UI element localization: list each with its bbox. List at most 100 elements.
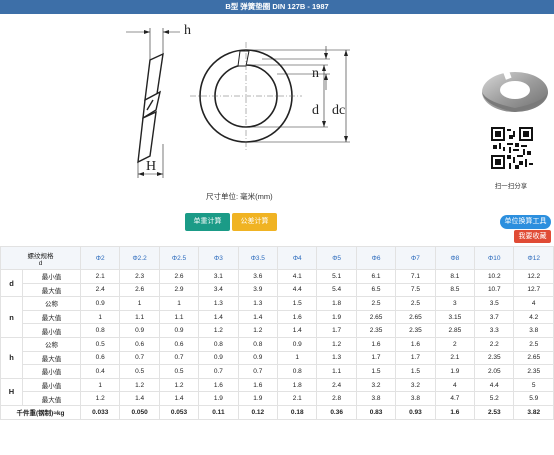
table-cell: 1.3 [237,296,279,311]
row-label: 最小值 [22,377,81,393]
table-cell: 3.8 [513,323,554,338]
table-cell: 12.2 [513,269,554,284]
table-cell: 2.1 [79,269,121,284]
dim-label-n: n [312,66,319,81]
washer-photo [482,69,548,112]
table-cell: 2.4 [79,282,121,298]
table-cell: 4 [434,377,476,393]
table-cell: 4.7 [434,391,476,406]
table-cell: 5 [513,377,554,393]
table-cell: 1 [119,296,160,311]
table-cell: 1.6 [355,336,397,352]
table-cell: 2.2 [474,336,515,352]
table-cell: 1 [158,296,200,311]
table-row: n 公称 0.9 1 1 1.3 1.3 1.5 1.8 2.5 2.5 3 3.5 4 [0,296,554,338]
table-cell: 2.65 [355,309,397,325]
param-group-label: d [0,268,23,298]
weight-cell: 0.36 [316,404,357,420]
table-cell: 0.5 [119,364,160,379]
weight-cell: 3.82 [513,404,554,420]
row-label: 最大值 [22,391,81,406]
size-header: Φ2 [79,246,121,270]
table-cell: 0.9 [158,323,200,338]
table-cell: 3.1 [198,269,239,284]
dim-label-dc: dc [332,103,345,118]
table-cell: 3.2 [355,377,397,393]
table-cell: 0.8 [237,336,279,352]
table-cell: 5.2 [474,391,515,406]
table-cell: 1.6 [277,309,318,325]
weight-cell: 2.53 [474,404,515,420]
table-cell: 7.1 [395,269,436,284]
table-cell: 5.9 [513,391,554,406]
table-cell: 1.5 [355,364,397,379]
table-cell: 6.5 [355,282,397,298]
tolerance-calc-button[interactable]: 公差计算 [232,213,277,231]
table-cell: 2.65 [513,350,554,366]
table-cell: 4.4 [277,282,318,298]
table-header-row: 螺纹规格 d Φ2 Φ2.2 Φ2.5 Φ3 Φ3.5 Φ4 Φ5 Φ6 Φ7 … [0,246,554,270]
favorite-button[interactable]: 我要收藏 [514,230,551,243]
table-cell: 2.1 [434,350,476,366]
table-cell: 3.6 [237,269,279,284]
table-cell: 1 [79,309,121,325]
unit-convert-button[interactable]: 单位换算工具 [500,215,551,229]
weight-cell: 0.053 [158,404,200,420]
technical-drawing: h H n d dc 尺寸单位: 毫米(mm) 扫一扫分享 [0,14,554,210]
row-label: 最大值 [22,282,81,298]
table-cell: 8.1 [434,269,476,284]
table-cell: 2.4 [316,377,357,393]
weight-calc-button[interactable]: 单重计算 [185,213,230,231]
table-cell: 1.2 [79,391,121,406]
table-cell: 1.7 [316,323,357,338]
table-cell: 2.35 [395,323,436,338]
table-cell: 1.2 [158,377,200,393]
dim-label-h: h [184,23,191,38]
table-cell: 2.8 [316,391,357,406]
table-cell: 12.7 [513,282,554,298]
table-cell: 3.5 [474,296,515,311]
table-cell: 3.2 [395,377,436,393]
size-header: Φ12 [513,246,554,270]
size-header: Φ7 [395,246,436,270]
table-cell: 0.7 [237,364,279,379]
table-cell: 2.3 [119,269,160,284]
table-cell: 0.6 [119,336,160,352]
table-cell: 1.8 [277,377,318,393]
table-cell: 5.4 [316,282,357,298]
table-cell: 2.35 [355,323,397,338]
table-cell: 0.9 [277,336,318,352]
table-cell: 1.4 [198,309,239,325]
table-row: d 最小值 2.1 2.3 2.6 3.1 3.6 4.1 5.1 6.1 7.1 8.1 10.2 12… [0,268,554,298]
table-cell: 5.1 [316,269,357,284]
share-caption: 扫一扫分享 [494,183,528,190]
table-cell: 2.05 [474,364,515,379]
table-row: 最大值 1 1.1 1.1 1.4 1.4 1.6 1.9 2.65 2.65 3.15 3.7 4.2 [1,309,554,325]
weight-row: 千件重(钢制)≈kg 0.033 0.050 0.053 0.11 0.12 0.18 0.3… [0,404,554,420]
table-cell: 0.9 [119,323,160,338]
size-header: Φ2.2 [119,246,160,270]
size-header: Φ5 [316,246,357,270]
table-cell: 3 [434,296,476,311]
thread-spec-symbol: d [38,259,43,267]
table-cell: 8.5 [434,282,476,298]
table-cell: 2.5 [355,296,397,311]
weight-cell: 0.93 [395,404,436,420]
table-cell: 2.35 [474,350,515,366]
table-corner-header: 螺纹规格 d [0,246,81,270]
table-cell: 2.35 [513,364,554,379]
thread-spec-label: 螺纹规格 [27,252,54,260]
table-cell: 1.8 [316,296,357,311]
table-cell: 1.6 [395,336,436,352]
unit-note: 尺寸单位: 毫米(mm) [206,192,273,201]
table-cell: 2.85 [434,323,476,338]
table-cell: 4 [513,296,554,311]
param-group-label: n [0,296,23,338]
size-header: Φ10 [474,246,515,270]
size-header: Φ3 [198,246,239,270]
page-title: B型 弹簧垫圈 DIN 127B - 1987 [0,0,554,14]
table-cell: 3.3 [474,323,515,338]
table-cell: 0.6 [158,336,200,352]
table-cell: 1.2 [198,323,239,338]
table-cell: 1.3 [198,296,239,311]
